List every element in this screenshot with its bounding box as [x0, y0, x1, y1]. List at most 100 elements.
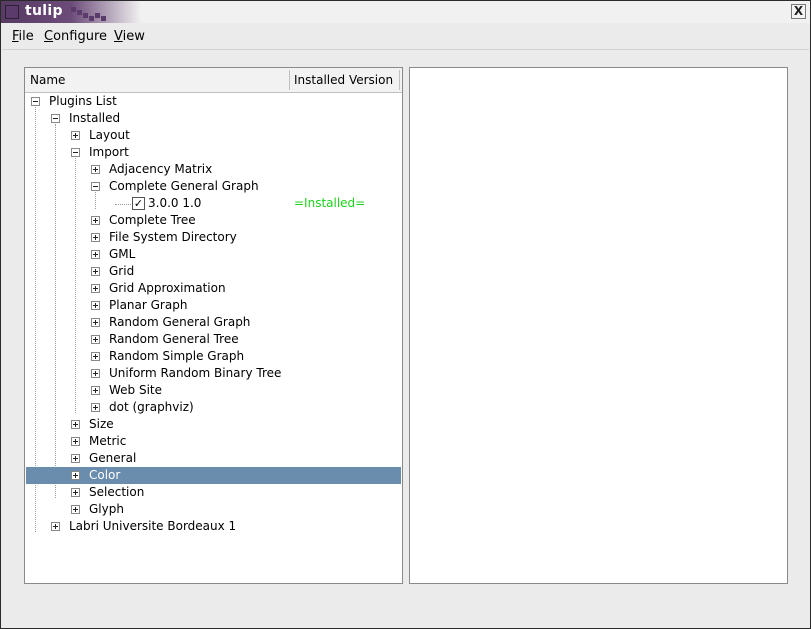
collapse-icon[interactable] [31, 97, 40, 106]
tree-row-label: Complete General Graph [109, 179, 259, 193]
column-header-version[interactable]: Installed Version [294, 73, 393, 87]
tree-row-label: General [89, 451, 137, 465]
tree-row-labri[interactable]: Labri Universite Bordeaux 1 [26, 518, 401, 535]
tree-row-planar-graph[interactable]: Planar Graph [26, 297, 401, 314]
tree-row-grid[interactable]: Grid [26, 263, 401, 280]
tree-row-label: Web Site [109, 383, 163, 397]
tree-row-label: Planar Graph [109, 298, 188, 312]
expand-icon[interactable] [71, 488, 80, 497]
tree-row-label: GML [109, 247, 136, 261]
menu-separator [2, 49, 809, 50]
expand-icon[interactable] [91, 267, 100, 276]
expand-icon[interactable] [91, 233, 100, 242]
menu-view-mnemonic: V [114, 29, 123, 44]
tree-row-size[interactable]: Size [26, 416, 401, 433]
menu-configure-mnemonic: C [44, 29, 54, 44]
tree-row-gml[interactable]: GML [26, 246, 401, 263]
plugins-tree[interactable]: Name Installed Version Plugins List Inst… [24, 67, 403, 584]
expand-icon[interactable] [71, 131, 80, 140]
expand-icon[interactable] [51, 522, 60, 531]
tree-row-plugins-list[interactable]: Plugins List [26, 93, 401, 110]
tree-row-label: Random General Tree [109, 332, 239, 346]
title-bar[interactable]: tulip X [1, 1, 810, 23]
tree-row-label: Import [89, 145, 129, 159]
collapse-icon[interactable] [91, 182, 100, 191]
tree-row-web-site[interactable]: Web Site [26, 382, 401, 399]
tree-row-glyph[interactable]: Glyph [26, 501, 401, 518]
expand-icon[interactable] [91, 403, 100, 412]
tree-row-label: dot (graphviz) [109, 400, 194, 414]
collapse-icon[interactable] [51, 114, 60, 123]
column-divider[interactable] [289, 70, 290, 90]
tree-row-random-general-graph[interactable]: Random General Graph [26, 314, 401, 331]
menu-bar: File Configure View [2, 23, 809, 49]
menu-configure-label: onfigure [53, 29, 108, 44]
tree-row-label: Random Simple Graph [109, 349, 245, 363]
tree-row-label: Layout [89, 128, 130, 142]
column-divider[interactable] [399, 70, 400, 90]
menu-view[interactable]: View [114, 29, 145, 44]
tree-row-label: Grid Approximation [109, 281, 226, 295]
tree-row-label: Random General Graph [109, 315, 251, 329]
plugin-details-panel[interactable] [409, 67, 788, 584]
tree-row-installed[interactable]: Installed [26, 110, 401, 127]
menu-configure[interactable]: Configure [44, 29, 107, 44]
expand-icon[interactable] [71, 505, 80, 514]
tree-row-grid-approximation[interactable]: Grid Approximation [26, 280, 401, 297]
tree-row-metric[interactable]: Metric [26, 433, 401, 450]
app-icon [5, 5, 19, 19]
tree-row-adjacency-matrix[interactable]: Adjacency Matrix [26, 161, 401, 178]
expand-icon[interactable] [91, 369, 100, 378]
tree-row-selection[interactable]: Selection [26, 484, 401, 501]
expand-icon[interactable] [71, 420, 80, 429]
close-button[interactable]: X [791, 4, 806, 19]
tree-row-plugin-version[interactable]: ✓ 3.0.0 1.0 =Installed= [26, 195, 401, 212]
expand-icon[interactable] [91, 335, 100, 344]
expand-icon[interactable] [71, 471, 80, 480]
tree-row-label: Selection [89, 485, 145, 499]
main-window: tulip X File Configure View Name Install… [0, 0, 811, 629]
tree-row-label: Color [89, 468, 121, 482]
tree-row-random-general-tree[interactable]: Random General Tree [26, 331, 401, 348]
expand-icon[interactable] [91, 216, 100, 225]
expand-icon[interactable] [91, 284, 100, 293]
tree-row-general[interactable]: General [26, 450, 401, 467]
tree-row-color[interactable]: Color [26, 467, 401, 484]
expand-icon[interactable] [91, 250, 100, 259]
installed-version-status: =Installed= [294, 196, 366, 210]
menu-file[interactable]: File [12, 29, 34, 44]
tree-row-import[interactable]: Import [26, 144, 401, 161]
tree-row-label: Installed [69, 111, 121, 125]
expand-icon[interactable] [91, 165, 100, 174]
tree-row-label: Grid [109, 264, 135, 278]
tree-row-label: Uniform Random Binary Tree [109, 366, 282, 380]
tree-row-uniform-random-binary-tree[interactable]: Uniform Random Binary Tree [26, 365, 401, 382]
menu-view-label: iew [122, 29, 145, 44]
tree-row-complete-tree[interactable]: Complete Tree [26, 212, 401, 229]
title-decoration [71, 7, 107, 21]
menu-file-label: ile [18, 29, 34, 44]
install-checkbox[interactable]: ✓ [132, 197, 145, 210]
tree-row-random-simple-graph[interactable]: Random Simple Graph [26, 348, 401, 365]
expand-icon[interactable] [91, 352, 100, 361]
expand-icon[interactable] [71, 454, 80, 463]
tree-header: Name Installed Version [25, 68, 402, 93]
tree-row-dot-graphviz[interactable]: dot (graphviz) [26, 399, 401, 416]
column-header-name[interactable]: Name [30, 73, 65, 87]
expand-icon[interactable] [71, 437, 80, 446]
tree-row-layout[interactable]: Layout [26, 127, 401, 144]
tree-row-label: 3.0.0 1.0 [148, 196, 202, 210]
tree-row-label: File System Directory [109, 230, 237, 244]
tree-row-label: Complete Tree [109, 213, 196, 227]
tree-row-label: Size [89, 417, 114, 431]
expand-icon[interactable] [91, 301, 100, 310]
tree-row-label: Glyph [89, 502, 124, 516]
tree-row-complete-general-graph[interactable]: Complete General Graph [26, 178, 401, 195]
tree-row-file-system-directory[interactable]: File System Directory [26, 229, 401, 246]
collapse-icon[interactable] [71, 148, 80, 157]
tree-row-label: Plugins List [49, 94, 117, 108]
tree-row-label: Adjacency Matrix [109, 162, 213, 176]
expand-icon[interactable] [91, 318, 100, 327]
expand-icon[interactable] [91, 386, 100, 395]
tree-row-label: Metric [89, 434, 127, 448]
